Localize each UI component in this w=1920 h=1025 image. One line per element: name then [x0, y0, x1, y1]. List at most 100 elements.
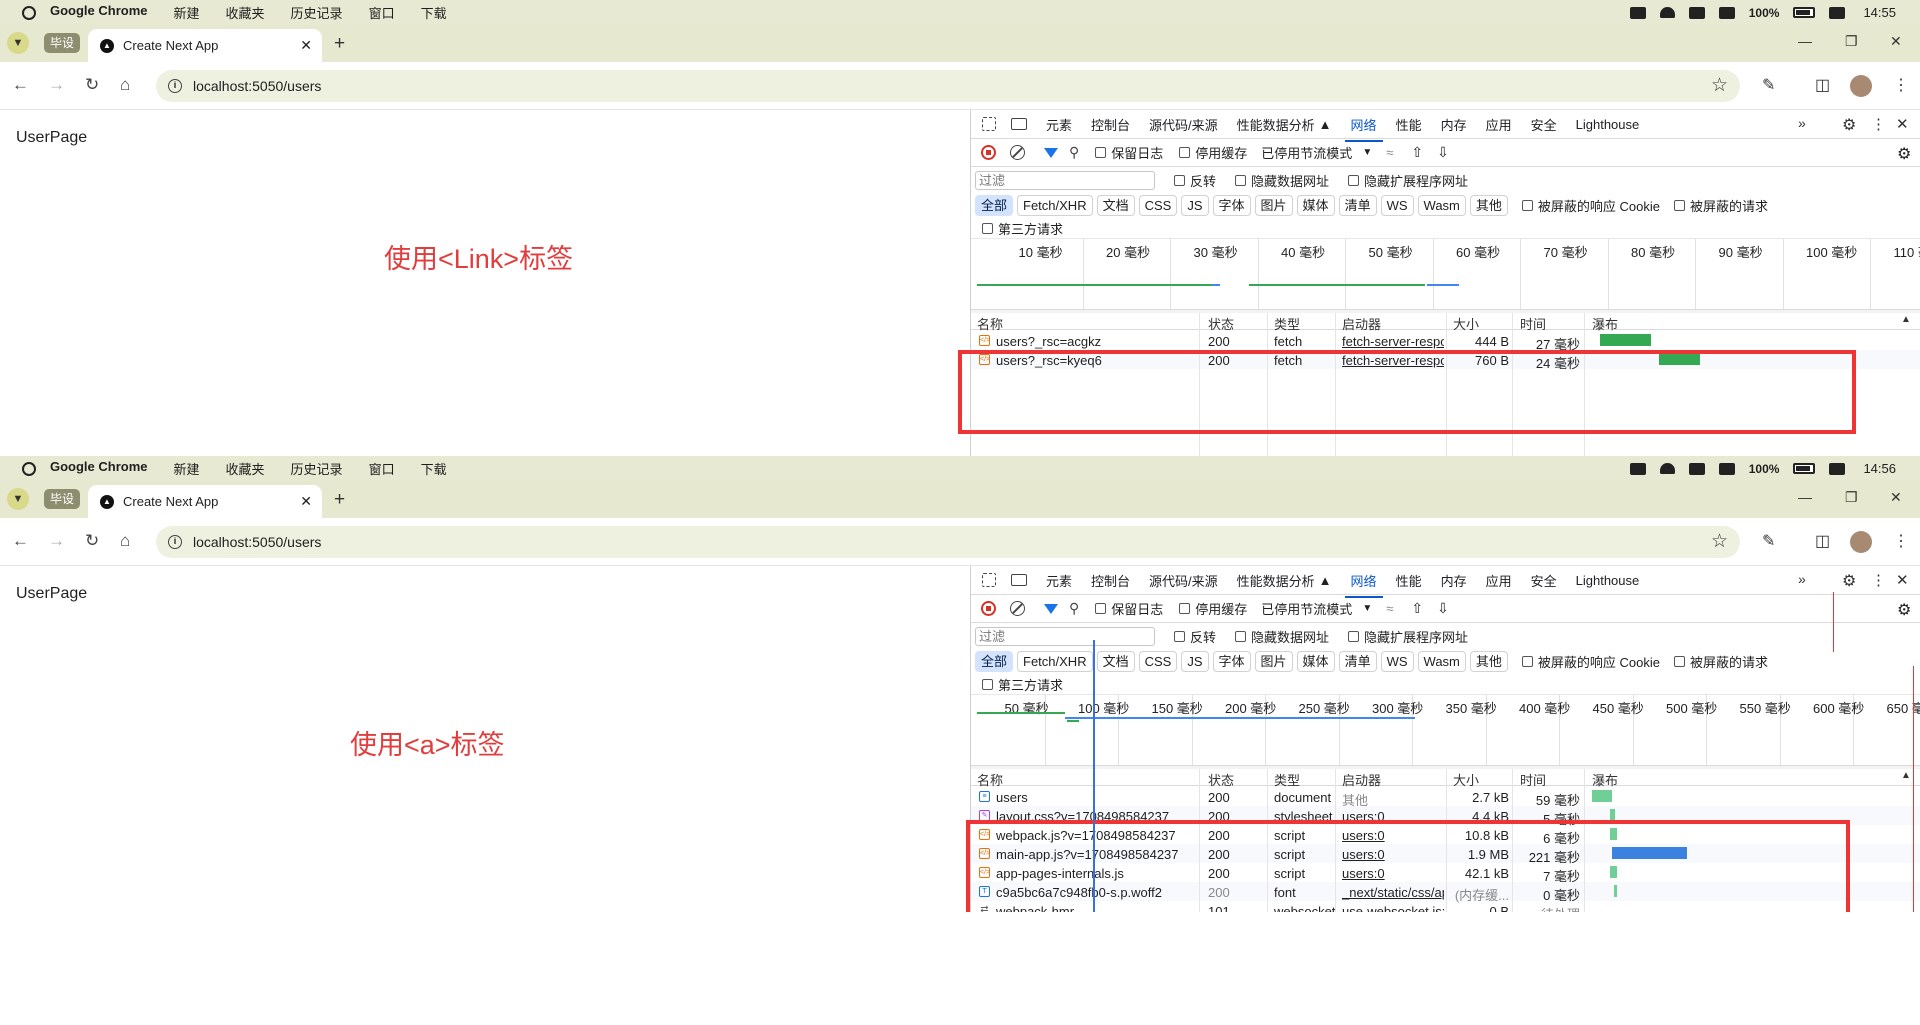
type-filter-fetch[interactable]: Fetch/XHR	[1017, 651, 1093, 672]
type-filter-font[interactable]: 字体	[1212, 651, 1251, 672]
type-filter-doc[interactable]: 文档	[1096, 195, 1135, 216]
column-divider[interactable]	[1584, 769, 1585, 912]
chevron-down-icon[interactable]: ▼	[1362, 147, 1372, 158]
tab-application[interactable]: 应用	[1486, 571, 1512, 590]
control-center-icon[interactable]	[1688, 6, 1705, 19]
sort-caret-icon[interactable]: ▲	[1901, 314, 1911, 325]
preserve-log-checkbox[interactable]: 保留日志	[1095, 143, 1163, 162]
tab-sources[interactable]: 源代码/来源	[1149, 115, 1218, 134]
devtools-close-icon[interactable]: ✕	[1896, 571, 1909, 589]
record-icon[interactable]	[981, 145, 996, 160]
request-initiator[interactable]: users:0	[1342, 809, 1444, 824]
back-icon[interactable]: ←	[12, 531, 29, 551]
network-overview-timeline[interactable]: 50 毫秒 100 毫秒 150 毫秒 200 毫秒 250 毫秒 300 毫秒 350 毫…	[971, 694, 1920, 766]
request-name[interactable]: users	[996, 790, 1196, 805]
tab-performance[interactable]: 性能	[1396, 115, 1422, 134]
menu-app-name[interactable]: Google Chrome	[50, 3, 148, 22]
more-tabs-icon[interactable]: »	[1798, 571, 1806, 587]
type-filter-other[interactable]: 其他	[1469, 195, 1508, 216]
url-text[interactable]: localhost:5050/users	[193, 78, 321, 94]
type-filter-all[interactable]: 全部	[975, 651, 1014, 672]
close-tab-icon[interactable]: ✕	[300, 37, 312, 54]
import-har-icon[interactable]: ⇧	[1411, 600, 1423, 617]
restore-icon[interactable]: ❐	[1845, 33, 1858, 50]
site-info-icon[interactable]: i	[168, 79, 182, 93]
type-filter-media[interactable]: 媒体	[1296, 195, 1335, 216]
type-filter-ws[interactable]: WS	[1380, 195, 1414, 216]
column-divider[interactable]	[1267, 769, 1268, 912]
tab-group-label[interactable]: 毕设	[44, 33, 81, 53]
preserve-log-checkbox[interactable]: 保留日志	[1095, 599, 1163, 618]
tab-security[interactable]: 安全	[1531, 571, 1557, 590]
tab-elements[interactable]: 元素	[1046, 571, 1072, 590]
volume-icon[interactable]	[1829, 462, 1846, 475]
type-filter-css[interactable]: CSS	[1138, 195, 1178, 216]
tab-search-icon[interactable]: ▼	[7, 32, 29, 54]
record-icon[interactable]	[981, 601, 996, 616]
tab-profiler[interactable]: 性能数据分析	[1237, 115, 1315, 134]
active-tab[interactable]: ▲ Create Next App ✕	[88, 29, 322, 62]
tab-memory[interactable]: 内存	[1441, 571, 1467, 590]
request-initiator[interactable]: fetch-server-respo...	[1342, 334, 1444, 349]
network-settings-icon[interactable]: ⚙	[1897, 144, 1911, 164]
cat-icon[interactable]	[1629, 462, 1646, 475]
filter-input[interactable]: 过滤	[975, 626, 1155, 646]
forward-icon[interactable]: →	[48, 531, 65, 551]
devtools-menu-icon[interactable]: ⋮	[1871, 571, 1886, 589]
column-divider[interactable]	[1199, 313, 1200, 456]
request-initiator[interactable]: users:0	[1342, 828, 1444, 843]
menu-downloads[interactable]: 下载	[421, 459, 447, 478]
menu-bookmarks[interactable]: 收藏夹	[226, 459, 265, 478]
column-divider[interactable]	[1512, 769, 1513, 912]
browser-menu-icon[interactable]: ⋮	[1893, 75, 1909, 95]
tab-search-icon[interactable]: ▼	[7, 488, 29, 510]
throttle-select[interactable]: 已停用节流模式	[1261, 143, 1352, 162]
request-name[interactable]: main-app.js?v=1708498584237	[996, 847, 1196, 862]
reload-icon[interactable]: ↻	[85, 75, 99, 95]
type-filter-font[interactable]: 字体	[1212, 195, 1251, 216]
request-name[interactable]: c9a5bc6a7c948fb0-s.p.woff2	[996, 885, 1196, 900]
disable-cache-checkbox[interactable]: 停用缓存	[1179, 143, 1247, 162]
extensions-icon[interactable]: ✎	[1762, 75, 1775, 95]
filter-icon[interactable]	[1044, 603, 1058, 614]
type-filter-ws[interactable]: WS	[1380, 651, 1414, 672]
filter-input[interactable]: 过滤	[975, 170, 1155, 190]
apple-icon[interactable]	[22, 461, 36, 476]
tab-group-label[interactable]: 毕设	[44, 489, 81, 509]
tab-network[interactable]: 网络	[1344, 571, 1383, 598]
type-filter-js[interactable]: JS	[1181, 651, 1209, 672]
menu-new[interactable]: 新建	[174, 3, 200, 22]
blocked-requests-checkbox[interactable]: 被屏蔽的请求	[1674, 196, 1768, 215]
element-picker-icon[interactable]	[982, 573, 996, 587]
network-conditions-icon[interactable]: ≈	[1386, 145, 1393, 160]
export-har-icon[interactable]: ⇩	[1437, 600, 1449, 617]
eject-icon[interactable]	[1718, 462, 1735, 475]
type-filter-wasm[interactable]: Wasm	[1417, 195, 1466, 216]
invert-checkbox[interactable]: 反转	[1174, 171, 1216, 190]
battery-icon[interactable]	[1793, 7, 1816, 18]
cat-icon[interactable]	[1629, 6, 1646, 19]
address-bar[interactable]: i localhost:5050/users ☆	[156, 526, 1740, 558]
type-filter-css[interactable]: CSS	[1138, 651, 1178, 672]
sort-caret-icon[interactable]: ▲	[1901, 770, 1911, 781]
devtools-settings-icon[interactable]: ⚙	[1842, 115, 1856, 135]
volume-icon[interactable]	[1829, 6, 1846, 19]
column-divider[interactable]	[1267, 313, 1268, 456]
throttle-select[interactable]: 已停用节流模式	[1261, 599, 1352, 618]
type-filter-img[interactable]: 图片	[1254, 195, 1293, 216]
column-divider[interactable]	[1446, 313, 1447, 456]
bookmark-star-icon[interactable]: ☆	[1711, 74, 1728, 97]
wifi-icon[interactable]	[1659, 7, 1675, 18]
filter-icon[interactable]	[1044, 147, 1058, 158]
type-filter-media[interactable]: 媒体	[1296, 651, 1335, 672]
network-conditions-icon[interactable]: ≈	[1386, 601, 1393, 616]
tab-application[interactable]: 应用	[1486, 115, 1512, 134]
menu-downloads[interactable]: 下载	[421, 3, 447, 22]
request-initiator[interactable]: fetch-server-respo...	[1342, 353, 1444, 368]
type-filter-doc[interactable]: 文档	[1096, 651, 1135, 672]
request-name[interactable]: webpack.js?v=1708498584237	[996, 828, 1196, 843]
network-overview-timeline[interactable]: 10 毫秒 20 毫秒 30 毫秒 40 毫秒 50 毫秒 60 毫秒 70 毫秒 80 毫秒…	[971, 238, 1920, 310]
profile-avatar[interactable]	[1850, 531, 1872, 553]
close-tab-icon[interactable]: ✕	[300, 493, 312, 510]
wifi-icon[interactable]	[1659, 463, 1675, 474]
